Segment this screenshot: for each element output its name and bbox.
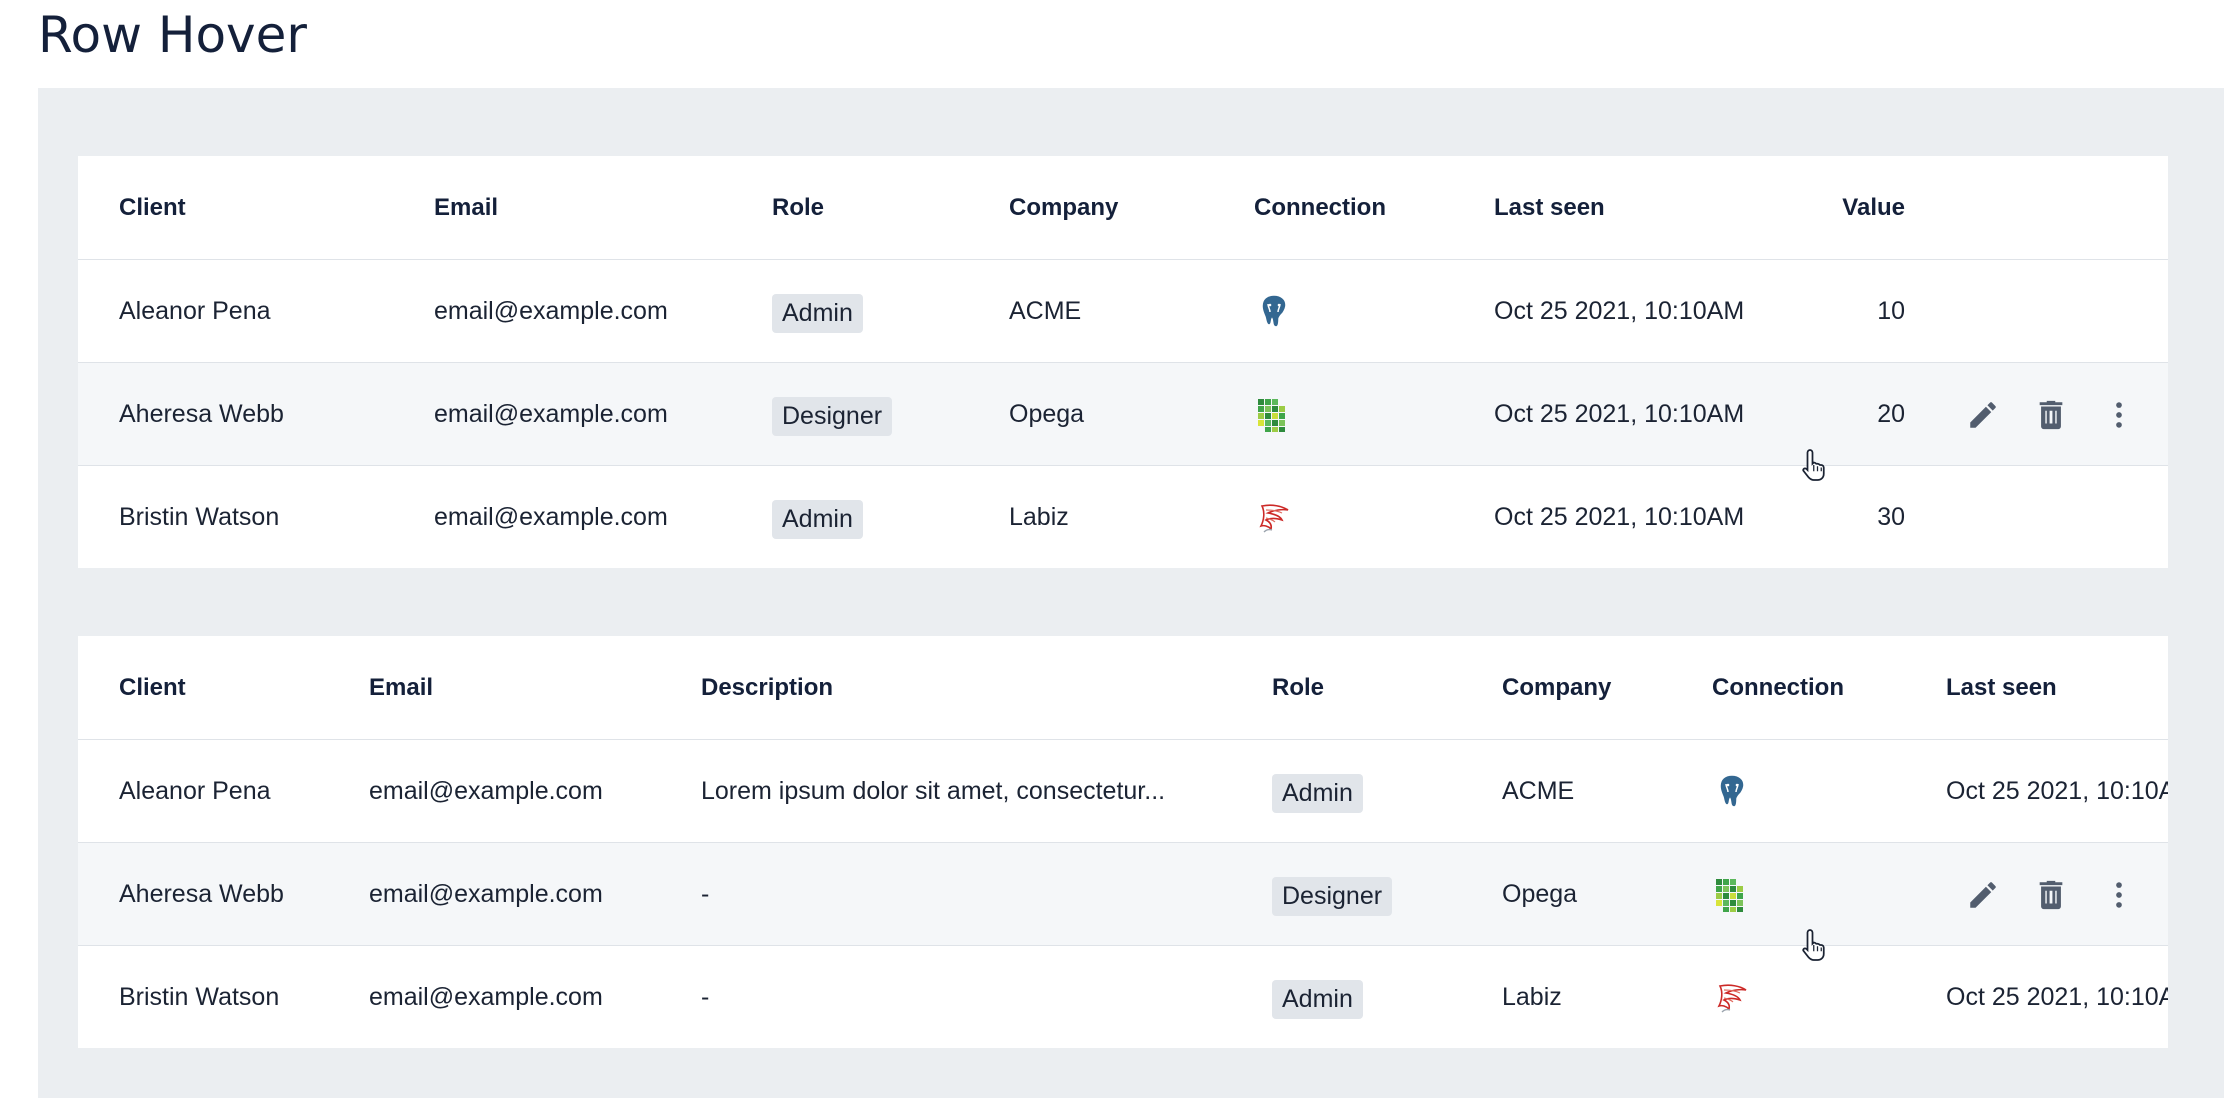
row-actions bbox=[1963, 843, 2139, 946]
edit-icon bbox=[1970, 881, 1996, 908]
hand-pointer-cursor-icon bbox=[1802, 449, 1825, 481]
table-header-row: Client Email Description Role Company Co… bbox=[78, 636, 2168, 739]
column-header-connection[interactable]: Connection bbox=[1254, 156, 1386, 259]
cell-email: email@example.com bbox=[369, 880, 603, 908]
cell-company: ACME bbox=[1009, 297, 1082, 325]
column-header-company[interactable]: Company bbox=[1502, 636, 1611, 739]
sqlserver-icon bbox=[1717, 983, 1747, 1013]
cell-client: Bristin Watson bbox=[119, 983, 280, 1011]
column-header-connection[interactable]: Connection bbox=[1712, 636, 1844, 739]
more-button[interactable] bbox=[2099, 875, 2139, 915]
delete-button[interactable] bbox=[2031, 395, 2071, 435]
more-vertical-icon bbox=[2116, 881, 2122, 908]
greenplum-grid-icon bbox=[1716, 878, 1743, 912]
role-badge: Admin bbox=[1272, 980, 1363, 1019]
postgresql-icon bbox=[1719, 773, 1745, 808]
cell-company: Opega bbox=[1009, 400, 1085, 428]
column-header-company[interactable]: Company bbox=[1009, 156, 1118, 259]
cell-email: email@example.com bbox=[369, 983, 603, 1011]
cell-email: email@example.com bbox=[434, 297, 668, 325]
column-header-email[interactable]: Email bbox=[434, 156, 498, 259]
table-row-hover-1: Client Email Role Company Connection Las… bbox=[78, 156, 2168, 568]
cell-client: Aheresa Webb bbox=[119, 880, 284, 908]
column-header-last-seen[interactable]: Last seen bbox=[1946, 636, 2057, 739]
cell-client: Aheresa Webb bbox=[119, 400, 284, 428]
column-header-last-seen[interactable]: Last seen bbox=[1494, 156, 1605, 259]
table-row[interactable]: Aleanor Pena email@example.com Admin ACM… bbox=[78, 259, 2168, 363]
cell-last-seen: Oct 25 2021, 10:10AM bbox=[1494, 503, 1745, 531]
cell-last-seen: Oct 25 2021, 10:10AM bbox=[1494, 297, 1745, 325]
cell-description: Lorem ipsum dolor sit amet, consectetur.… bbox=[701, 777, 1166, 805]
greenplum-grid-icon bbox=[1258, 398, 1285, 432]
column-header-client[interactable]: Client bbox=[119, 636, 186, 739]
cell-last-seen: Oct 25 2021, 10:10AM bbox=[1494, 400, 1745, 428]
cell-last-seen: Oct 25 2021, 10:10AM bbox=[1946, 983, 2168, 1011]
cell-company: Opega bbox=[1502, 880, 1578, 908]
column-header-value[interactable]: Value bbox=[1778, 156, 1905, 259]
delete-icon bbox=[2039, 880, 2063, 909]
connection-cell bbox=[1712, 843, 1752, 946]
cell-value: 10 bbox=[1877, 297, 1905, 325]
cell-last-seen: Oct 25 2021, 10:10AM bbox=[1946, 777, 2168, 805]
table-row-hover-2: Client Email Description Role Company Co… bbox=[78, 636, 2168, 1048]
column-header-description[interactable]: Description bbox=[701, 636, 833, 739]
table-header-row: Client Email Role Company Connection Las… bbox=[78, 156, 2168, 259]
connection-cell bbox=[1254, 466, 1294, 568]
postgresql-icon bbox=[1261, 293, 1287, 328]
role-badge: Designer bbox=[772, 397, 893, 436]
demo-panel: Client Email Role Company Connection Las… bbox=[38, 88, 2224, 1098]
edit-icon bbox=[1970, 401, 1996, 428]
role-badge: Designer bbox=[1272, 877, 1393, 916]
more-vertical-icon bbox=[2116, 401, 2122, 428]
table-row[interactable]: Bristin Watson email@example.com Admin L… bbox=[78, 465, 2168, 568]
sqlserver-icon bbox=[1259, 503, 1289, 533]
edit-button[interactable] bbox=[1963, 395, 2003, 435]
row-actions bbox=[1963, 363, 2139, 466]
cell-value: 20 bbox=[1877, 400, 1905, 428]
more-button[interactable] bbox=[2099, 395, 2139, 435]
column-header-email[interactable]: Email bbox=[369, 636, 433, 739]
cell-company: Labiz bbox=[1502, 983, 1562, 1011]
table-row[interactable]: Bristin Watson email@example.com - Admin… bbox=[78, 945, 2168, 1048]
column-header-client[interactable]: Client bbox=[119, 156, 186, 259]
role-badge: Admin bbox=[772, 500, 863, 539]
role-badge: Admin bbox=[1272, 774, 1363, 813]
hand-pointer-cursor-icon bbox=[1802, 929, 1825, 961]
cell-email: email@example.com bbox=[434, 400, 668, 428]
connection-cell bbox=[1712, 946, 1752, 1048]
cell-email: email@example.com bbox=[369, 777, 603, 805]
cell-email: email@example.com bbox=[434, 503, 668, 531]
cell-company: Labiz bbox=[1009, 503, 1069, 531]
cell-company: ACME bbox=[1502, 777, 1575, 805]
page-title: Row Hover bbox=[38, 6, 307, 64]
cell-value: 30 bbox=[1877, 503, 1905, 531]
delete-icon bbox=[2039, 400, 2063, 429]
connection-cell bbox=[1712, 740, 1752, 843]
delete-button[interactable] bbox=[2031, 875, 2071, 915]
cell-client: Aleanor Pena bbox=[119, 297, 271, 325]
table-row-hovered[interactable]: Aheresa Webb email@example.com Designer … bbox=[78, 362, 2168, 466]
cell-description: - bbox=[701, 983, 710, 1011]
cell-client: Aleanor Pena bbox=[119, 777, 271, 805]
edit-button[interactable] bbox=[1963, 875, 2003, 915]
column-header-role[interactable]: Role bbox=[772, 156, 824, 259]
connection-cell bbox=[1254, 260, 1294, 363]
cell-client: Bristin Watson bbox=[119, 503, 280, 531]
role-badge: Admin bbox=[772, 294, 863, 333]
cell-description: - bbox=[701, 880, 710, 908]
column-header-role[interactable]: Role bbox=[1272, 636, 1324, 739]
table-row-hovered[interactable]: Aheresa Webb email@example.com - Designe… bbox=[78, 842, 2168, 946]
table-row[interactable]: Aleanor Pena email@example.com Lorem ips… bbox=[78, 739, 2168, 843]
connection-cell bbox=[1254, 363, 1294, 466]
